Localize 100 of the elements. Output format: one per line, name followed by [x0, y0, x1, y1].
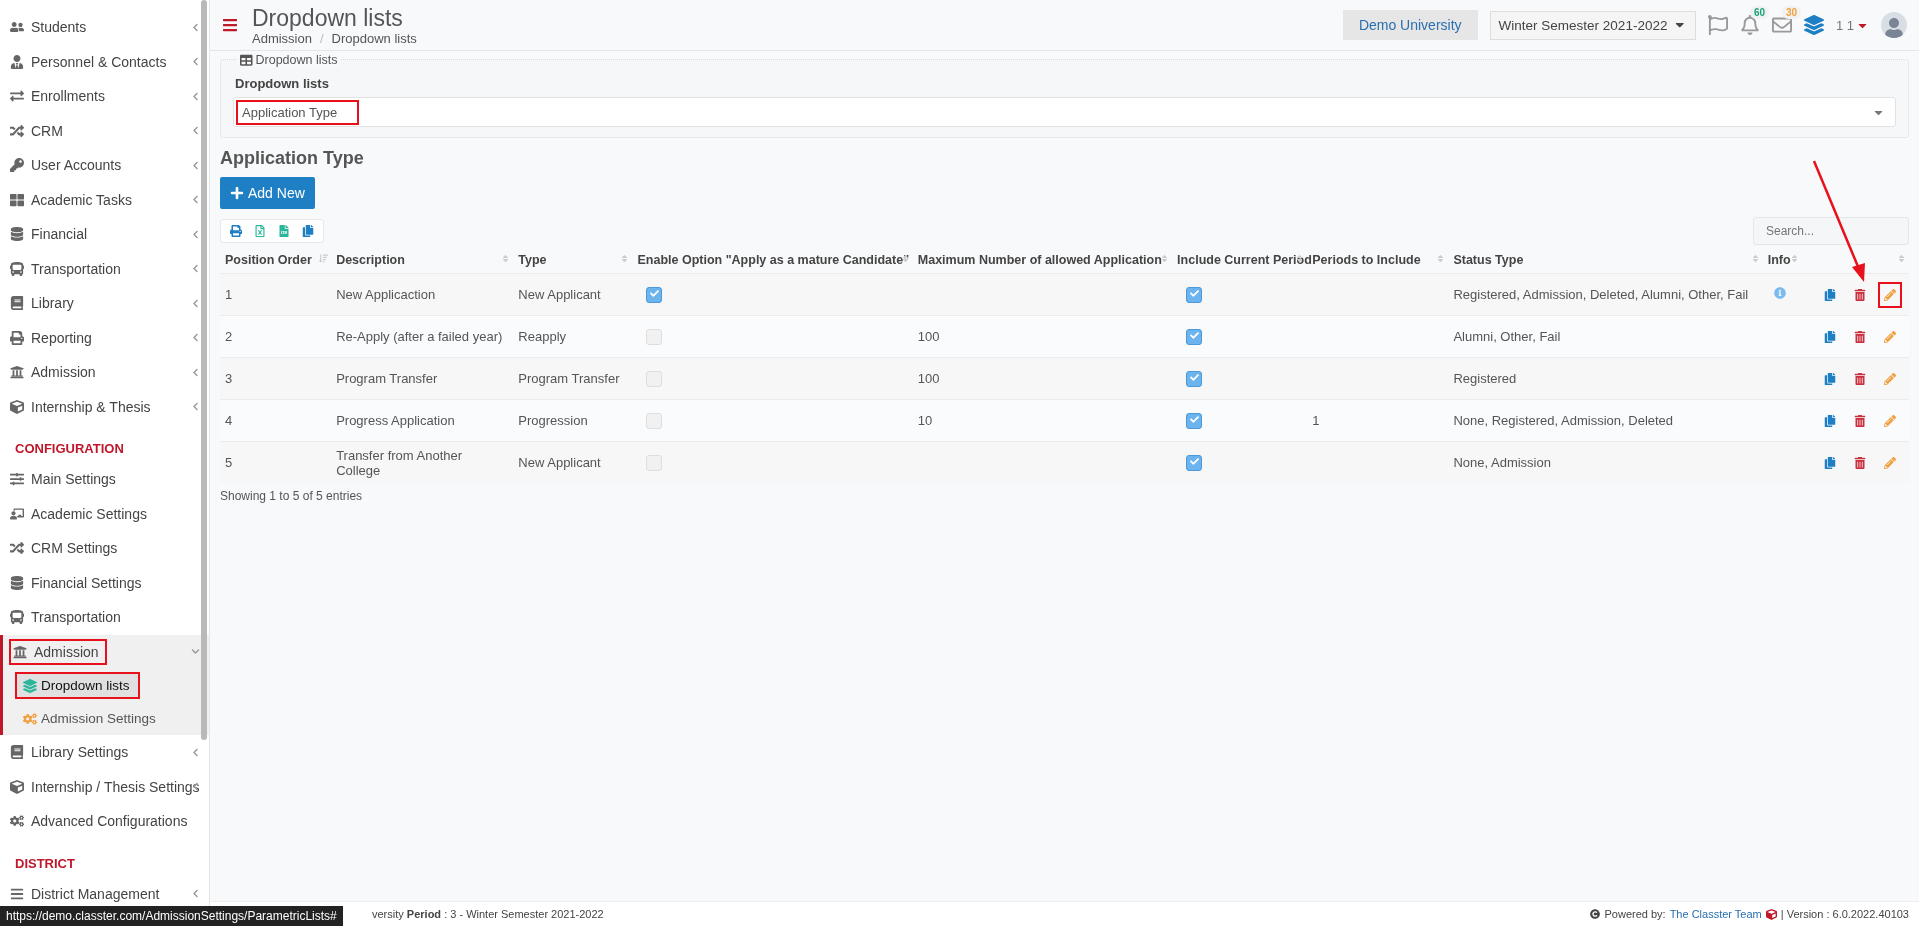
- powered-label: Powered by:: [1604, 908, 1666, 920]
- sidebar-item[interactable]: Transportation: [0, 251, 209, 286]
- sidebar-item[interactable]: Students: [0, 10, 209, 45]
- sidebar-item[interactable]: Academic Settings: [0, 496, 209, 531]
- count-badge: 60: [1749, 6, 1770, 19]
- column-header[interactable]: Info: [1762, 247, 1802, 274]
- pencil-icon: [1884, 414, 1896, 427]
- section-heading: DISTRICT: [14, 854, 76, 873]
- institution-button[interactable]: Demo University: [1342, 10, 1478, 40]
- csv-file-icon[interactable]: [278, 225, 290, 237]
- table-cell: Registered: [1448, 357, 1763, 400]
- chevron-icon: [191, 402, 200, 412]
- sidebar-item[interactable]: Internship / Thesis Settings: [0, 769, 209, 804]
- sidebar-item[interactable]: Reporting: [0, 320, 209, 355]
- sidebar-item[interactable]: User Accounts: [0, 148, 209, 183]
- copy-icon[interactable]: [302, 225, 314, 237]
- count-badge: 30: [1781, 6, 1802, 19]
- column-header[interactable]: Enable Option "Apply as a mature Candidate": [632, 247, 913, 274]
- plus-icon: [230, 186, 244, 200]
- pencil-icon: [1884, 372, 1896, 385]
- sidebar-item[interactable]: Transportation: [0, 600, 209, 635]
- bus-icon: [10, 610, 24, 625]
- breadcrumb[interactable]: Admission: [252, 30, 312, 46]
- table-cell: New Applicaction: [331, 273, 514, 316]
- sidebar-item[interactable]: Advanced Configurations: [0, 804, 209, 839]
- table-cell: Progress Application: [331, 399, 514, 442]
- copyright-icon: [1590, 909, 1601, 919]
- table-cell: 2: [220, 315, 332, 358]
- search-field[interactable]: Search...: [1753, 217, 1909, 245]
- sort-icon: [1295, 254, 1305, 263]
- sidebar-item[interactable]: Library Settings: [0, 735, 209, 770]
- flag-icon[interactable]: [1707, 15, 1728, 35]
- checkbox[interactable]: [1186, 286, 1203, 303]
- column-header[interactable]: Position Order: [220, 247, 332, 274]
- chevron-icon: [191, 229, 200, 239]
- checkbox[interactable]: [646, 286, 663, 303]
- sidebar-item[interactable]: Library: [0, 286, 209, 321]
- checkbox[interactable]: [1186, 412, 1203, 429]
- sort-icon: [1750, 254, 1760, 263]
- column-header[interactable]: Type: [513, 247, 633, 274]
- table-cell: 5: [220, 441, 332, 483]
- chevron-icon: [191, 647, 200, 657]
- panel-legend: Dropdown lists: [237, 53, 341, 67]
- submenu-item[interactable]: Dropdown lists: [17, 674, 138, 697]
- bank-icon: [13, 644, 27, 659]
- checkbox[interactable]: [1186, 454, 1203, 471]
- section-heading: CONFIGURATION: [14, 440, 125, 458]
- column-header[interactable]: Status Type: [1448, 247, 1763, 274]
- table-cell: New Applicant: [513, 441, 633, 483]
- table-cell: 1: [220, 273, 332, 316]
- sidebar-item[interactable]: Financial Settings: [0, 565, 209, 600]
- sidebar-item[interactable]: Main Settings: [0, 462, 209, 497]
- check-icon: [1189, 288, 1199, 298]
- sidebar-item[interactable]: Personnel & Contacts: [0, 44, 209, 79]
- period-select[interactable]: Winter Semester 2021-2022: [1489, 10, 1696, 40]
- table-cell: Registered, Admission, Deleted, Alumni, Other, Fail: [1448, 273, 1763, 316]
- checkbox[interactable]: [1186, 328, 1203, 345]
- layers-icon[interactable]: [1803, 15, 1824, 35]
- coins-icon: [10, 575, 24, 590]
- pencil-icon: [1884, 330, 1896, 343]
- column-header[interactable]: Description: [331, 247, 514, 274]
- checkbox[interactable]: [1186, 370, 1203, 387]
- chevron-icon: [191, 91, 200, 101]
- sidebar-item[interactable]: Internship & Thesis: [0, 389, 209, 424]
- info-icon[interactable]: [1773, 287, 1786, 299]
- sidebar-item[interactable]: CRM Settings: [0, 531, 209, 566]
- envelope-icon[interactable]: [1771, 15, 1792, 35]
- column-header[interactable]: Maximum Number of allowed Application: [912, 247, 1173, 274]
- edit-button[interactable]: [1880, 283, 1900, 306]
- submenu-item[interactable]: Admission Settings: [17, 707, 164, 730]
- printer-icon[interactable]: [230, 225, 242, 237]
- spreadsheet-icon[interactable]: [254, 225, 266, 237]
- scrollbar[interactable]: [201, 0, 207, 740]
- menu-icon[interactable]: [222, 17, 238, 33]
- add-new-button[interactable]: Add New: [220, 177, 315, 209]
- cube-icon: [10, 399, 24, 414]
- bell-icon[interactable]: [1739, 15, 1760, 35]
- coins-icon: [10, 227, 24, 242]
- printer-icon: [10, 330, 24, 345]
- user-menu[interactable]: 1 1: [1835, 17, 1869, 33]
- breadcrumb[interactable]: Dropdown lists: [331, 30, 417, 46]
- sort-icon: [1436, 254, 1446, 263]
- sidebar-item[interactable]: Admission: [0, 634, 209, 669]
- sidebar-item[interactable]: Academic Tasks: [0, 182, 209, 217]
- check-icon: [1189, 456, 1199, 466]
- chevron-icon: [191, 333, 200, 343]
- shuffle-icon: [10, 123, 24, 138]
- highlight-frame: Admission: [11, 640, 105, 663]
- grid-icon: [10, 192, 24, 207]
- sidebar-item[interactable]: Enrollments: [0, 79, 209, 114]
- sidebar-item[interactable]: Admission: [0, 355, 209, 390]
- people-icon: [10, 506, 24, 521]
- books-icon: [10, 296, 24, 311]
- sidebar-item[interactable]: Financial: [0, 217, 209, 252]
- list-select[interactable]: Application Type: [233, 97, 1896, 127]
- table-cell: 4: [220, 399, 332, 442]
- team-link[interactable]: The Classter Team: [1669, 908, 1762, 920]
- avatar[interactable]: [1881, 12, 1907, 38]
- sidebar-item[interactable]: CRM: [0, 113, 209, 148]
- table-cell: 1: [1312, 413, 1320, 428]
